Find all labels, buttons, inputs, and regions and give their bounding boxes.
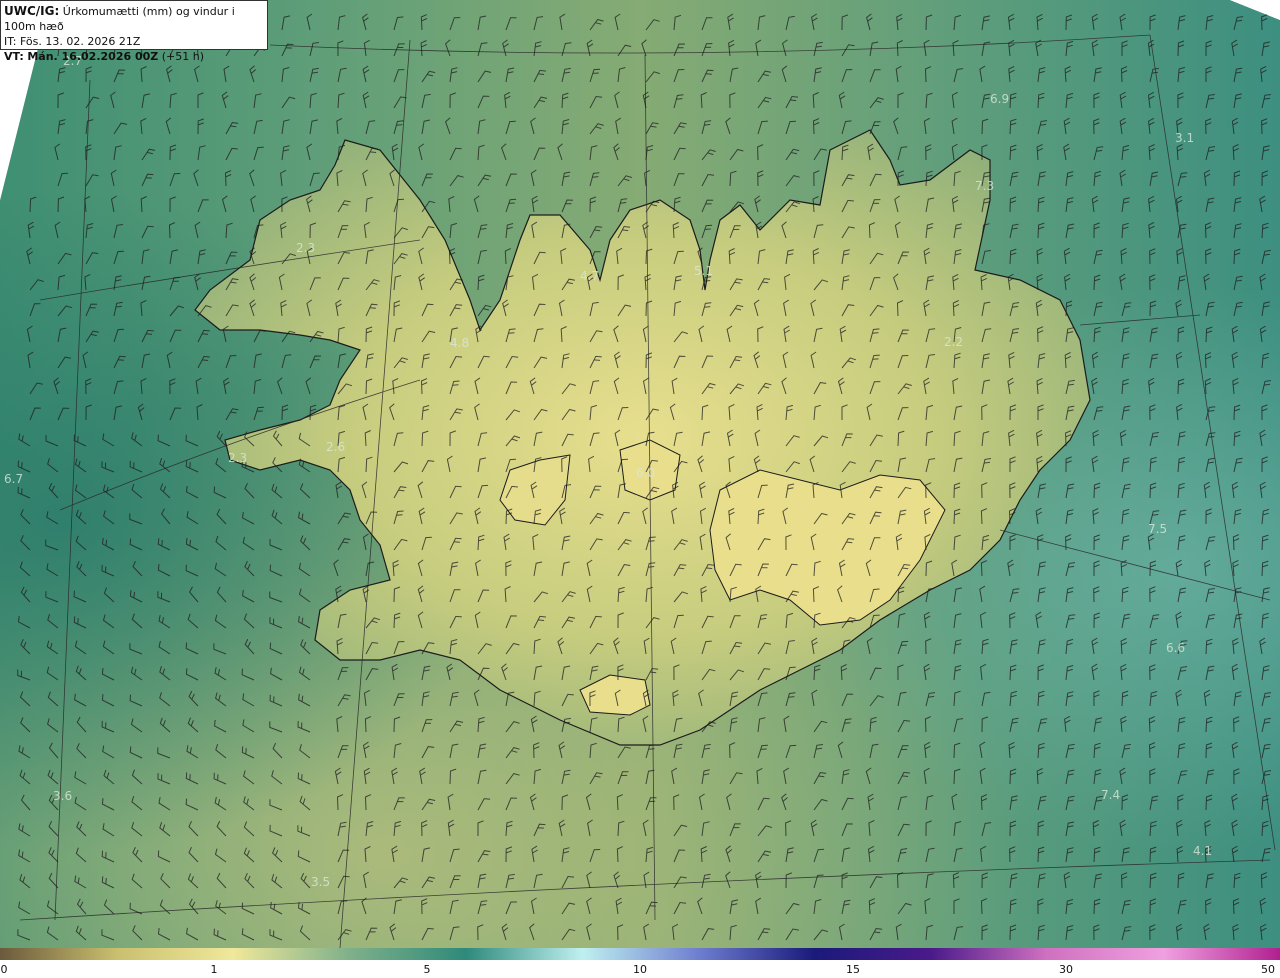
colorbar-tick-label: 5: [423, 963, 431, 976]
value-label: 2.6: [326, 440, 345, 454]
map-title: UWC/IG: Úrkomumætti (mm) og vindur i 100…: [4, 4, 264, 34]
value-label: 6.9: [990, 92, 1009, 106]
colorbar-tick-label: 30: [1059, 963, 1073, 976]
valid-time-line: VT: Mán. 16.02.2026 00Z (+51 h): [4, 49, 264, 64]
value-label: 3.6: [53, 789, 72, 803]
model-name: UWC/IG:: [4, 4, 60, 18]
valid-offset: (+51 h): [161, 50, 205, 63]
value-label: 5.1: [694, 264, 713, 278]
colorbar-tick-label: 0: [0, 963, 8, 976]
valid-time: Mán. 16.02.2026 00Z: [27, 50, 159, 63]
value-label: 6.6: [1166, 641, 1185, 655]
colorbar-tick-label: 1: [210, 963, 218, 976]
value-label: 4.8: [450, 336, 469, 350]
colorbar: 0 1 5 10 15 30 50: [0, 948, 1280, 978]
value-label: 2.3: [296, 241, 315, 255]
value-label: 7.5: [1148, 522, 1167, 536]
value-label: 6.0: [636, 466, 655, 480]
precipitation-map: 2.7 6.9 3.1 7.3 2.3 4.7 5.1 4.8 2.2 2.3 …: [0, 0, 1280, 948]
value-label: 3.5: [311, 875, 330, 889]
valid-label: VT:: [4, 50, 24, 63]
map-header: UWC/IG: Úrkomumætti (mm) og vindur i 100…: [0, 0, 268, 63]
value-label: 6.7: [4, 472, 23, 486]
colorbar-tick-label: 15: [846, 963, 860, 976]
value-label: 2.3: [228, 451, 247, 465]
value-label: 7.3: [975, 179, 994, 193]
colorbar-tick-label: 10: [633, 963, 647, 976]
value-label: 4.7: [580, 269, 599, 283]
colorbar-tick-label: 50: [1261, 963, 1275, 976]
value-label: 2.2: [944, 335, 963, 349]
value-label: 3.1: [1175, 131, 1194, 145]
value-label: 7.4: [1101, 788, 1120, 802]
colorbar-gradient: [0, 948, 1280, 960]
value-label: 4.1: [1193, 844, 1212, 858]
issue-time: IT: Fös. 13. 02. 2026 21Z: [4, 35, 141, 48]
